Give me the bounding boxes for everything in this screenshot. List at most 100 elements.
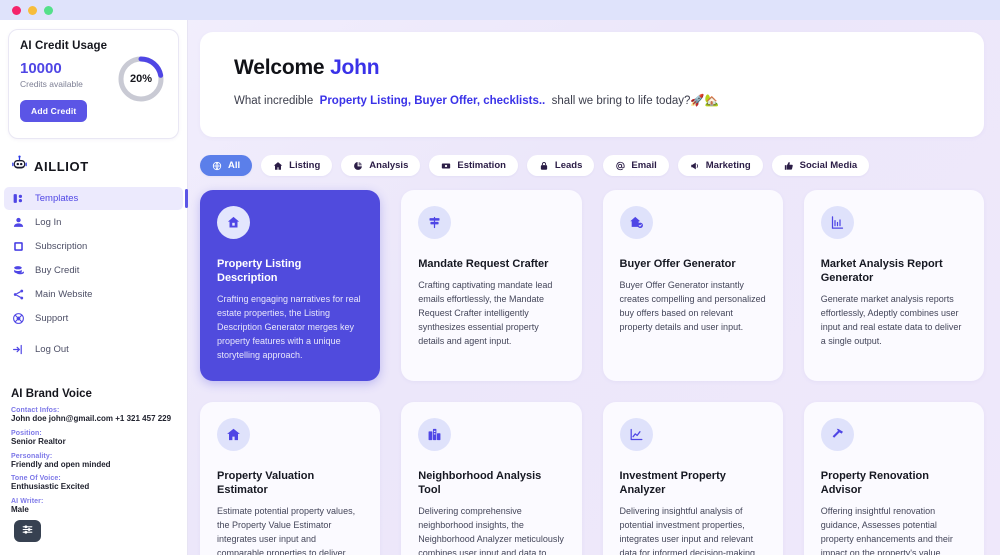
brand-voice-value: John doe john@gmail.com +1 321 457 229 (11, 414, 172, 423)
card-description: Crafting captivating mandate lead emails… (418, 280, 553, 346)
card-title: Property Valuation Estimator (217, 469, 315, 496)
tab-leads[interactable]: Leads (526, 155, 595, 176)
tab-label: Social Media (799, 160, 858, 171)
brand-name: AILLIOT (34, 158, 89, 174)
signpost-icon (427, 215, 442, 230)
card-description: Crafting engaging narratives for real es… (217, 294, 361, 360)
card-description: Delivering comprehensive neighborhood in… (418, 506, 564, 555)
share-icon (12, 288, 25, 301)
brand-voice-field: Tone Of Voice: Enthusiastic Excited (11, 475, 176, 493)
card-description: Estimate potential property values, the … (217, 506, 356, 555)
card-icon-wrapper (418, 206, 452, 239)
card-description: Buyer Offer Generator instantly creates … (619, 280, 766, 332)
lock-icon (539, 161, 549, 171)
card-title: Neighborhood Analysis Tool (418, 469, 542, 496)
brand-voice-key: Contact Infos: (11, 407, 60, 414)
tab-label: Marketing (705, 160, 751, 171)
template-card[interactable]: Property Renovation Advisor Offering ins… (803, 401, 984, 555)
home-check-icon (629, 215, 644, 230)
card-title: Mandate Request Crafter (418, 258, 549, 270)
welcome-sub-prefix: What incredible (234, 95, 314, 107)
sidebar-item-log-out[interactable]: Log Out (4, 338, 183, 361)
sidebar-item-label: Main Website (35, 289, 93, 300)
brand-voice-value: Friendly and open minded (11, 459, 111, 469)
window-titlebar (0, 0, 1000, 20)
tab-label: Email (631, 160, 657, 171)
home-badge-icon (226, 215, 241, 230)
sidebar-item-label: Subscription (35, 241, 88, 252)
maximize-window-button[interactable] (44, 5, 53, 15)
tab-listing[interactable]: Listing (261, 155, 333, 176)
welcome-user-name: John (330, 56, 380, 79)
buildings-icon (427, 427, 442, 442)
tab-all[interactable]: All (200, 155, 253, 176)
add-credit-button[interactable]: Add Credit (20, 99, 88, 122)
template-card[interactable]: Buyer Offer Generator Buyer Offer Genera… (602, 190, 783, 381)
robot-head-icon (11, 155, 28, 177)
home-icon (226, 427, 241, 442)
sidebar-item-main-website[interactable]: Main Website (4, 283, 183, 306)
credit-donut-chart: 20% (116, 54, 166, 104)
welcome-banner: Welcome John What incredible Property Li… (200, 32, 984, 137)
sidebar-item-support[interactable]: Support (4, 307, 183, 330)
credit-card-title: AI Credit Usage (20, 40, 108, 52)
card-icon-wrapper (418, 417, 452, 451)
megaphone-icon (690, 161, 700, 171)
template-card[interactable]: Investment Property Analyzer Delivering … (602, 401, 783, 555)
welcome-sub-highlight: Property Listing, Buyer Offer, checklist… (319, 95, 546, 107)
sidebar-item-subscription[interactable]: Subscription (4, 235, 183, 258)
at-icon (615, 161, 625, 171)
close-window-button[interactable] (12, 5, 21, 15)
brand-voice-field: AI Writer: Male (11, 498, 176, 516)
template-card[interactable]: Neighborhood Analysis Tool Delivering co… (401, 401, 582, 555)
card-title: Property Listing Description (217, 258, 302, 285)
sidebar-item-templates[interactable]: Templates (4, 187, 188, 210)
globe-icon (212, 161, 222, 171)
welcome-emojis: 🚀🏡 (690, 95, 720, 107)
card-icon-wrapper (820, 417, 854, 451)
sidebar-item-label: Log In (35, 217, 62, 228)
template-card[interactable]: Market Analysis Report Generator Generat… (803, 190, 984, 381)
minimize-window-button[interactable] (28, 5, 37, 15)
card-icon (12, 240, 25, 253)
tab-estimation[interactable]: Estimation (429, 155, 518, 176)
card-description: Delivering insightful analysis of potent… (619, 506, 758, 555)
brand-voice-title: AI Brand Voice (11, 388, 92, 400)
line-chart-icon (629, 427, 644, 442)
brand-voice-value: Senior Realtor (11, 436, 66, 446)
card-icon-wrapper (217, 417, 250, 451)
card-title: Investment Property Analyzer (619, 469, 726, 496)
hammer-icon (830, 427, 845, 442)
sidebar-item-log-in[interactable]: Log In (4, 211, 183, 234)
sidebar-item-buy-credit[interactable]: Buy Credit (4, 259, 183, 282)
brand-voice-key: Position: (11, 429, 42, 437)
card-title: Market Analysis Report Generator (820, 258, 943, 285)
brand-logo-row[interactable]: AILLIOT (0, 139, 187, 187)
category-tabs: All Listing Analysis Estimation Leads Em… (200, 155, 984, 176)
tab-email[interactable]: Email (603, 155, 669, 176)
tab-marketing[interactable]: Marketing (677, 155, 763, 176)
tab-label: All (228, 160, 241, 171)
settings-button[interactable] (14, 520, 41, 542)
tab-analysis[interactable]: Analysis (341, 155, 421, 176)
template-card[interactable]: Property Valuation Estimator Estimate po… (200, 401, 381, 555)
card-icon-wrapper (619, 206, 653, 239)
welcome-sub-suffix: shall we bring to life today? (551, 95, 691, 107)
thumbs-up-icon (784, 161, 794, 171)
templates-icon (12, 192, 25, 205)
brand-voice-value: Male (11, 505, 29, 515)
sidebar-item-label: Buy Credit (35, 265, 80, 276)
main-scrollbar[interactable] (994, 22, 998, 553)
welcome-subtitle: What incredible Property Listing, Buyer … (234, 93, 954, 107)
sliders-icon (21, 523, 34, 539)
template-card[interactable]: Property Listing Description Crafting en… (200, 190, 381, 381)
ai-brand-voice-panel: AI Brand Voice Contact Infos: John doe j… (0, 362, 187, 516)
tab-social-media[interactable]: Social Media (771, 155, 870, 176)
sidebar-item-label: Support (35, 313, 69, 324)
page-title: Welcome John (234, 56, 954, 80)
pie-chart-icon (353, 161, 363, 171)
coins-icon (12, 264, 25, 277)
template-card[interactable]: Mandate Request Crafter Crafting captiva… (401, 190, 582, 381)
card-icon-wrapper (217, 206, 250, 239)
brand-voice-key: AI Writer: (11, 498, 44, 506)
